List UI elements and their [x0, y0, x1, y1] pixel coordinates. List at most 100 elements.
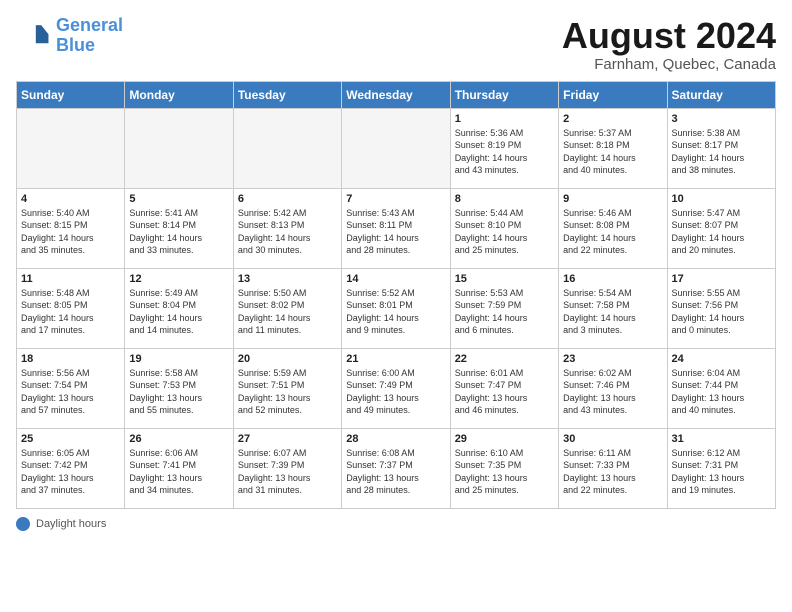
day-number: 27: [238, 433, 337, 445]
calendar-body: 1 Sunrise: 5:36 AM Sunset: 8:19 PM Daylig…: [17, 108, 776, 508]
footer: Daylight hours: [16, 517, 776, 531]
day-number: 23: [563, 353, 662, 365]
calendar-cell: 30Sunrise: 6:11 AM Sunset: 7:33 PM Dayli…: [559, 428, 667, 508]
calendar-cell: 16 Sunrise: 5:54 AM Sunset: 7:58 PM Dayli…: [559, 268, 667, 348]
day-number: 28: [346, 433, 445, 445]
day-number: 24: [672, 353, 771, 365]
day-number: 10: [672, 193, 771, 205]
calendar-cell: 3Sunrise: 5:38 AM Sunset: 8:17 PM Daylig…: [667, 108, 775, 188]
day-number: 11: [21, 273, 120, 285]
day-info: Sunrise: 5:44 AM Sunset: 8:10 PM Dayligh…: [455, 207, 554, 257]
day-info: Sunrise: 5:50 AM Sunset: 8:02 PM Dayligh…: [238, 287, 337, 337]
calendar-cell: 18 Sunrise: 5:56 AM Sunset: 7:54 PM Dayli…: [17, 348, 125, 428]
calendar-cell: 29 Sunrise: 6:10 AM Sunset: 7:35 PM Dayli…: [450, 428, 558, 508]
day-number: 21: [346, 353, 445, 365]
day-info: Sunrise: 6:02 AM Sunset: 7:46 PM Dayligh…: [563, 367, 662, 417]
day-info: Sunrise: 5:48 AM Sunset: 8:05 PM Dayligh…: [21, 287, 120, 337]
calendar-cell: 28Sunrise: 6:08 AM Sunset: 7:37 PM Dayli…: [342, 428, 450, 508]
day-number: 20: [238, 353, 337, 365]
day-info: Sunrise: 5:53 AM Sunset: 7:59 PM Dayligh…: [455, 287, 554, 337]
header-row: SundayMondayTuesdayWednesdayThursdayFrid…: [17, 81, 776, 108]
day-info: Sunrise: 5:43 AM Sunset: 8:11 PM Dayligh…: [346, 207, 445, 257]
day-info: Sunrise: 5:52 AM Sunset: 8:01 PM Dayligh…: [346, 287, 445, 337]
day-number: 29: [455, 433, 554, 445]
logo-general-text: General: [56, 15, 123, 35]
day-info: Sunrise: 5:41 AM Sunset: 8:14 PM Dayligh…: [129, 207, 228, 257]
day-number: 6: [238, 193, 337, 205]
calendar-table: SundayMondayTuesdayWednesdayThursdayFrid…: [16, 81, 776, 509]
day-info: Sunrise: 5:47 AM Sunset: 8:07 PM Dayligh…: [672, 207, 771, 257]
day-info: Sunrise: 5:42 AM Sunset: 8:13 PM Dayligh…: [238, 207, 337, 257]
header-day-monday: Monday: [125, 81, 233, 108]
day-info: Sunrise: 5:38 AM Sunset: 8:17 PM Dayligh…: [672, 127, 771, 177]
day-info: Sunrise: 6:07 AM Sunset: 7:39 PM Dayligh…: [238, 447, 337, 497]
header-day-saturday: Saturday: [667, 81, 775, 108]
day-info: Sunrise: 5:46 AM Sunset: 8:08 PM Dayligh…: [563, 207, 662, 257]
calendar-cell: 23 Sunrise: 6:02 AM Sunset: 7:46 PM Dayli…: [559, 348, 667, 428]
day-number: 13: [238, 273, 337, 285]
month-title: August 2024: [562, 16, 776, 56]
calendar-cell: 2Sunrise: 5:37 AM Sunset: 8:18 PM Daylig…: [559, 108, 667, 188]
calendar-cell: 31 Sunrise: 6:12 AM Sunset: 7:31 PM Dayli…: [667, 428, 775, 508]
calendar-cell: 6 Sunrise: 5:42 AM Sunset: 8:13 PM Daylig…: [233, 188, 341, 268]
logo: General Blue: [16, 16, 123, 56]
day-number: 7: [346, 193, 445, 205]
calendar-cell: 25Sunrise: 6:05 AM Sunset: 7:42 PM Dayli…: [17, 428, 125, 508]
day-number: 12: [129, 273, 228, 285]
title-block: August 2024 Farnham, Quebec, Canada: [562, 16, 776, 73]
calendar-week-3: 18 Sunrise: 5:56 AM Sunset: 7:54 PM Dayli…: [17, 348, 776, 428]
day-number: 1: [455, 113, 554, 125]
calendar-cell: 7 Sunrise: 5:43 AM Sunset: 8:11 PM Daylig…: [342, 188, 450, 268]
calendar-cell: 1 Sunrise: 5:36 AM Sunset: 8:19 PM Daylig…: [450, 108, 558, 188]
day-info: Sunrise: 5:49 AM Sunset: 8:04 PM Dayligh…: [129, 287, 228, 337]
calendar-cell: 10 Sunrise: 5:47 AM Sunset: 8:07 PM Dayli…: [667, 188, 775, 268]
day-number: 26: [129, 433, 228, 445]
day-info: Sunrise: 5:36 AM Sunset: 8:19 PM Dayligh…: [455, 127, 554, 177]
calendar-cell: [17, 108, 125, 188]
calendar-cell: 5 Sunrise: 5:41 AM Sunset: 8:14 PM Daylig…: [125, 188, 233, 268]
calendar-cell: 27 Sunrise: 6:07 AM Sunset: 7:39 PM Dayli…: [233, 428, 341, 508]
day-info: Sunrise: 6:06 AM Sunset: 7:41 PM Dayligh…: [129, 447, 228, 497]
page-header: General Blue August 2024 Farnham, Quebec…: [16, 16, 776, 73]
day-info: Sunrise: 5:54 AM Sunset: 7:58 PM Dayligh…: [563, 287, 662, 337]
day-info: Sunrise: 5:37 AM Sunset: 8:18 PM Dayligh…: [563, 127, 662, 177]
day-info: Sunrise: 5:56 AM Sunset: 7:54 PM Dayligh…: [21, 367, 120, 417]
calendar-cell: 13 Sunrise: 5:50 AM Sunset: 8:02 PM Dayli…: [233, 268, 341, 348]
calendar-week-1: 4Sunrise: 5:40 AM Sunset: 8:15 PM Daylig…: [17, 188, 776, 268]
calendar-week-0: 1 Sunrise: 5:36 AM Sunset: 8:19 PM Daylig…: [17, 108, 776, 188]
calendar-cell: 26 Sunrise: 6:06 AM Sunset: 7:41 PM Dayli…: [125, 428, 233, 508]
day-info: Sunrise: 6:01 AM Sunset: 7:47 PM Dayligh…: [455, 367, 554, 417]
location: Farnham, Quebec, Canada: [562, 56, 776, 73]
day-info: Sunrise: 5:58 AM Sunset: 7:53 PM Dayligh…: [129, 367, 228, 417]
calendar-cell: 20Sunrise: 5:59 AM Sunset: 7:51 PM Dayli…: [233, 348, 341, 428]
day-number: 9: [563, 193, 662, 205]
calendar-cell: [125, 108, 233, 188]
calendar-cell: 14 Sunrise: 5:52 AM Sunset: 8:01 PM Dayli…: [342, 268, 450, 348]
day-number: 15: [455, 273, 554, 285]
day-info: Sunrise: 5:55 AM Sunset: 7:56 PM Dayligh…: [672, 287, 771, 337]
calendar-cell: 22 Sunrise: 6:01 AM Sunset: 7:47 PM Dayli…: [450, 348, 558, 428]
day-info: Sunrise: 6:12 AM Sunset: 7:31 PM Dayligh…: [672, 447, 771, 497]
footer-dot: [16, 517, 30, 531]
day-info: Sunrise: 6:04 AM Sunset: 7:44 PM Dayligh…: [672, 367, 771, 417]
day-number: 14: [346, 273, 445, 285]
day-number: 5: [129, 193, 228, 205]
day-info: Sunrise: 6:00 AM Sunset: 7:49 PM Dayligh…: [346, 367, 445, 417]
day-number: 18: [21, 353, 120, 365]
day-number: 17: [672, 273, 771, 285]
day-number: 30: [563, 433, 662, 445]
header-day-tuesday: Tuesday: [233, 81, 341, 108]
header-day-thursday: Thursday: [450, 81, 558, 108]
calendar-cell: [233, 108, 341, 188]
calendar-cell: 4Sunrise: 5:40 AM Sunset: 8:15 PM Daylig…: [17, 188, 125, 268]
day-number: 31: [672, 433, 771, 445]
logo-text: General Blue: [56, 16, 123, 56]
footer-label: Daylight hours: [36, 518, 106, 530]
day-number: 19: [129, 353, 228, 365]
day-number: 8: [455, 193, 554, 205]
day-number: 22: [455, 353, 554, 365]
calendar-cell: 24 Sunrise: 6:04 AM Sunset: 7:44 PM Dayli…: [667, 348, 775, 428]
day-info: Sunrise: 6:10 AM Sunset: 7:35 PM Dayligh…: [455, 447, 554, 497]
day-number: 4: [21, 193, 120, 205]
day-number: 16: [563, 273, 662, 285]
